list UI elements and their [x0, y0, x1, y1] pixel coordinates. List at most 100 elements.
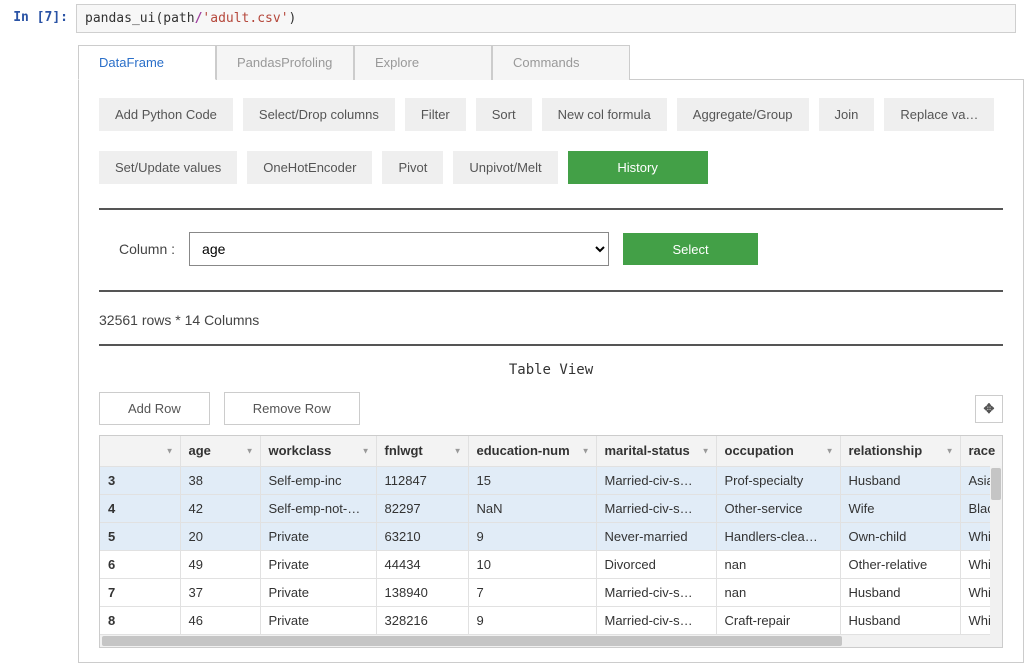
add-row-button[interactable]: Add Row — [99, 392, 210, 425]
col-header-race[interactable]: race▼ — [960, 436, 1003, 466]
filter-icon[interactable]: ▼ — [362, 446, 370, 455]
cell[interactable]: nan — [716, 550, 840, 578]
cell[interactable]: Handlers-clea… — [716, 522, 840, 550]
cell[interactable]: Craft-repair — [716, 606, 840, 634]
table-row[interactable]: 338Self-emp-inc11284715Married-civ-s…Pro… — [100, 466, 1003, 494]
cell[interactable]: Private — [260, 578, 376, 606]
cell[interactable]: Divorced — [596, 550, 716, 578]
cell[interactable]: 44434 — [376, 550, 468, 578]
pivot-button[interactable]: Pivot — [382, 151, 443, 184]
select-drop-columns-button[interactable]: Select/Drop columns — [243, 98, 395, 131]
cell[interactable]: 82297 — [376, 494, 468, 522]
tab-explore[interactable]: Explore — [354, 45, 492, 80]
cell[interactable]: 112847 — [376, 466, 468, 494]
vertical-scrollbar[interactable] — [990, 466, 1002, 635]
cell[interactable]: Other-service — [716, 494, 840, 522]
cell[interactable]: Never-married — [596, 522, 716, 550]
col-header-education-num[interactable]: education-num▼ — [468, 436, 596, 466]
cell[interactable]: 37 — [180, 578, 260, 606]
cell[interactable]: 38 — [180, 466, 260, 494]
col-header-workclass[interactable]: workclass▼ — [260, 436, 376, 466]
tab-pandasprofoling[interactable]: PandasProfoling — [216, 45, 354, 80]
cell[interactable]: 7 — [468, 578, 596, 606]
add-python-code-button[interactable]: Add Python Code — [99, 98, 233, 131]
cell[interactable]: 20 — [180, 522, 260, 550]
cell[interactable]: Private — [260, 550, 376, 578]
table-row[interactable]: 846Private3282169Married-civ-s…Craft-rep… — [100, 606, 1003, 634]
aggregate-group-button[interactable]: Aggregate/Group — [677, 98, 809, 131]
cell[interactable]: 49 — [180, 550, 260, 578]
horizontal-scroll-thumb[interactable] — [102, 636, 842, 646]
cell[interactable]: Wife — [840, 494, 960, 522]
data-grid: ▼age▼workclass▼fnlwgt▼education-num▼mari… — [99, 435, 1003, 648]
expand-icon[interactable]: ✥ — [975, 395, 1003, 423]
cell[interactable]: Self-emp-not-… — [260, 494, 376, 522]
cell[interactable]: nan — [716, 578, 840, 606]
cell[interactable]: 15 — [468, 466, 596, 494]
remove-row-button[interactable]: Remove Row — [224, 392, 360, 425]
cell[interactable]: Private — [260, 522, 376, 550]
cell[interactable]: Married-civ-s… — [596, 578, 716, 606]
col-header-occupation[interactable]: occupation▼ — [716, 436, 840, 466]
vertical-scroll-thumb[interactable] — [991, 468, 1001, 500]
cell[interactable]: 42 — [180, 494, 260, 522]
cell[interactable]: 328216 — [376, 606, 468, 634]
cell[interactable]: 8 — [100, 606, 180, 634]
cell[interactable]: 4 — [100, 494, 180, 522]
cell[interactable]: Husband — [840, 578, 960, 606]
cell[interactable]: Prof-specialty — [716, 466, 840, 494]
table-row[interactable]: 520Private632109Never-marriedHandlers-cl… — [100, 522, 1003, 550]
filter-button[interactable]: Filter — [405, 98, 466, 131]
cell[interactable]: 10 — [468, 550, 596, 578]
code-input[interactable]: pandas_ui(path/'adult.csv') — [76, 4, 1016, 33]
column-select[interactable]: age — [189, 232, 609, 266]
cell[interactable]: Married-civ-s… — [596, 606, 716, 634]
onehotencoder-button[interactable]: OneHotEncoder — [247, 151, 372, 184]
cell[interactable]: Other-relative — [840, 550, 960, 578]
filter-icon[interactable]: ▼ — [702, 446, 710, 455]
history-button[interactable]: History — [568, 151, 708, 184]
cell-prompt: In [7]: — [8, 4, 76, 33]
col-header-index[interactable]: ▼ — [100, 436, 180, 466]
select-button[interactable]: Select — [623, 233, 758, 265]
horizontal-scrollbar[interactable] — [100, 635, 1002, 647]
filter-icon[interactable]: ▼ — [826, 446, 834, 455]
col-header-relationship[interactable]: relationship▼ — [840, 436, 960, 466]
cell[interactable]: Husband — [840, 466, 960, 494]
tab-dataframe[interactable]: DataFrame — [78, 45, 216, 80]
unpivot-melt-button[interactable]: Unpivot/Melt — [453, 151, 557, 184]
cell[interactable]: 46 — [180, 606, 260, 634]
cell[interactable]: 138940 — [376, 578, 468, 606]
cell[interactable]: NaN — [468, 494, 596, 522]
table-row[interactable]: 442Self-emp-not-…82297NaNMarried-civ-s…O… — [100, 494, 1003, 522]
cell[interactable]: Husband — [840, 606, 960, 634]
cell[interactable]: 63210 — [376, 522, 468, 550]
table-row[interactable]: 737Private1389407Married-civ-s…nanHusban… — [100, 578, 1003, 606]
table-row[interactable]: 649Private4443410DivorcednanOther-relati… — [100, 550, 1003, 578]
cell[interactable]: 9 — [468, 606, 596, 634]
set-update-values-button[interactable]: Set/Update values — [99, 151, 237, 184]
cell[interactable]: Married-civ-s… — [596, 494, 716, 522]
cell[interactable]: 9 — [468, 522, 596, 550]
col-header-marital-status[interactable]: marital-status▼ — [596, 436, 716, 466]
filter-icon[interactable]: ▼ — [246, 446, 254, 455]
cell[interactable]: 3 — [100, 466, 180, 494]
cell[interactable]: 7 — [100, 578, 180, 606]
filter-icon[interactable]: ▼ — [946, 446, 954, 455]
cell[interactable]: 5 — [100, 522, 180, 550]
tab-commands[interactable]: Commands — [492, 45, 630, 80]
replace-va--button[interactable]: Replace va… — [884, 98, 994, 131]
join-button[interactable]: Join — [819, 98, 875, 131]
cell[interactable]: 6 — [100, 550, 180, 578]
col-header-age[interactable]: age▼ — [180, 436, 260, 466]
col-header-fnlwgt[interactable]: fnlwgt▼ — [376, 436, 468, 466]
cell[interactable]: Married-civ-s… — [596, 466, 716, 494]
new-col-formula-button[interactable]: New col formula — [542, 98, 667, 131]
cell[interactable]: Self-emp-inc — [260, 466, 376, 494]
filter-icon[interactable]: ▼ — [582, 446, 590, 455]
cell[interactable]: Private — [260, 606, 376, 634]
filter-icon[interactable]: ▼ — [454, 446, 462, 455]
sort-button[interactable]: Sort — [476, 98, 532, 131]
cell[interactable]: Own-child — [840, 522, 960, 550]
filter-icon[interactable]: ▼ — [166, 446, 174, 455]
